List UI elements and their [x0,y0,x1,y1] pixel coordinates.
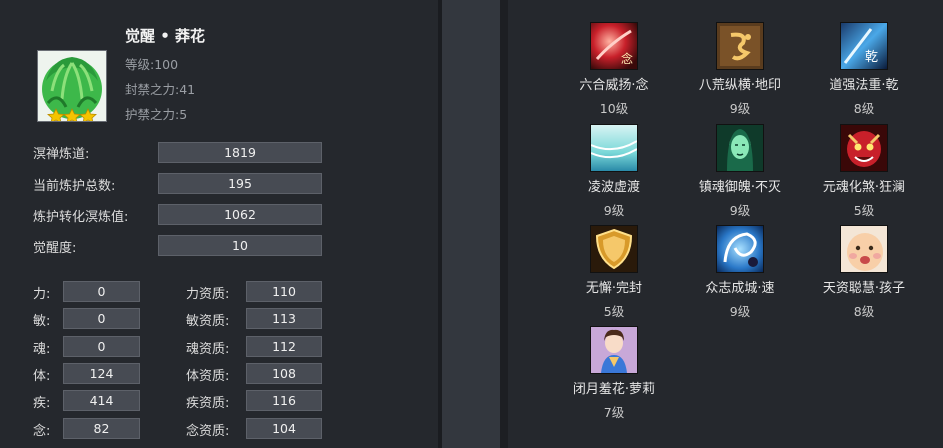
stat-value: 10 [158,235,322,256]
skill-name: 天资聪慧·孩子 [822,281,906,296]
aptitude-value: 104 [246,418,322,439]
stat-value: 1819 [158,142,322,163]
skill-item[interactable]: 无懈·完封 5级 [554,225,674,320]
green-spirit-icon[interactable] [716,124,764,172]
attribute-label: 力: [33,287,51,302]
golden-rune-icon[interactable] [716,22,764,70]
attribute-label: 念: [33,424,51,439]
attribute-value: 0 [63,281,140,302]
aptitude-value: 110 [246,281,322,302]
skill-item[interactable]: 乾 道强法重·乾 8级 [804,22,924,117]
skill-item[interactable]: 凌波虚渡 9级 [554,124,674,219]
aptitude-value: 113 [246,308,322,329]
attribute-value: 414 [63,390,140,411]
skill-level: 9级 [729,304,751,319]
skill-item[interactable]: 八荒纵横·地印 9级 [680,22,800,117]
svg-text:念: 念 [621,51,633,66]
stat-value: 195 [158,173,322,194]
red-flame-icon[interactable]: 念 [590,22,638,70]
attribute-label: 敏: [33,314,51,329]
attribute-label: 疾: [33,396,51,411]
skill-item[interactable]: 众志成城·速 9级 [680,225,800,320]
baby-face-icon[interactable] [840,225,888,273]
skill-name: 八荒纵横·地印 [698,78,782,93]
guard-power: 护禁之力:5 [125,107,188,122]
skill-level: 8级 [853,101,875,116]
skill-name: 凌波虚渡 [587,180,640,195]
plant-monster-icon [38,51,106,121]
attribute-value: 0 [63,308,140,329]
character-level: 等级:100 [125,57,179,72]
seal-power: 封禁之力:41 [125,82,196,97]
stat-label: 当前炼护总数: [33,179,116,194]
character-panel: 觉醒 • 莽花 等级:100 封禁之力:41 护禁之力:5 溟禅炼道: 1819… [0,0,438,448]
aptitude-label: 疾资质: [186,396,230,411]
golden-shield-icon[interactable] [590,225,638,273]
skill-item[interactable]: 念 六合威扬·念 10级 [554,22,674,117]
skill-name: 闭月羞花·萝莉 [572,382,656,397]
attribute-label: 魂: [33,342,51,357]
stat-label: 溟禅炼道: [33,147,90,162]
aptitude-label: 体资质: [186,369,230,384]
panel-divider [500,0,508,448]
middle-strip [442,0,500,448]
skill-level: 9级 [729,101,751,116]
skill-level: 8级 [853,304,875,319]
girl-portrait-icon[interactable] [590,326,638,374]
attribute-label: 体: [33,369,51,384]
skill-level: 10级 [599,101,629,116]
skill-item[interactable]: 镇魂御魄·不灭 9级 [680,124,800,219]
skill-level: 5级 [603,304,625,319]
skill-level: 7级 [603,405,625,420]
attribute-value: 82 [63,418,140,439]
aptitude-label: 力资质: [186,287,230,302]
aptitude-value: 108 [246,363,322,384]
stat-value: 1062 [158,204,322,225]
skill-item[interactable]: 闭月羞花·萝莉 7级 [554,326,674,421]
skill-name: 无懈·完封 [585,281,643,296]
blue-slash-icon[interactable]: 乾 [840,22,888,70]
svg-text:乾: 乾 [865,50,878,65]
skill-item[interactable]: 天资聪慧·孩子 8级 [804,225,924,320]
skill-name: 众志成城·速 [705,281,775,296]
stat-label: 炼护转化溟炼值: [33,210,129,225]
skill-item[interactable]: 元魂化煞·狂澜 5级 [804,124,924,219]
water-wave-icon[interactable] [590,124,638,172]
skill-level: 5级 [853,203,875,218]
skill-name: 元魂化煞·狂澜 [822,180,906,195]
attribute-value: 0 [63,336,140,357]
aptitude-label: 魂资质: [186,342,230,357]
skills-panel: 念 六合威扬·念 10级 八荒纵横·地印 9级 乾 道强法重·乾 8级 凌波虚渡… [508,0,943,448]
skill-name: 镇魂御魄·不灭 [698,180,782,195]
character-name: 觉醒 • 莽花 [125,27,206,45]
aptitude-value: 112 [246,336,322,357]
attribute-value: 124 [63,363,140,384]
skill-level: 9级 [729,203,751,218]
skill-name: 道强法重·乾 [829,78,899,93]
aptitude-label: 念资质: [186,424,230,439]
skill-name: 六合威扬·念 [579,78,649,93]
character-portrait[interactable] [37,50,107,122]
aptitude-value: 116 [246,390,322,411]
aptitude-label: 敏资质: [186,314,230,329]
demon-mask-icon[interactable] [840,124,888,172]
stat-label: 觉醒度: [33,241,77,256]
skill-level: 9级 [603,203,625,218]
blue-swirl-icon[interactable] [716,225,764,273]
